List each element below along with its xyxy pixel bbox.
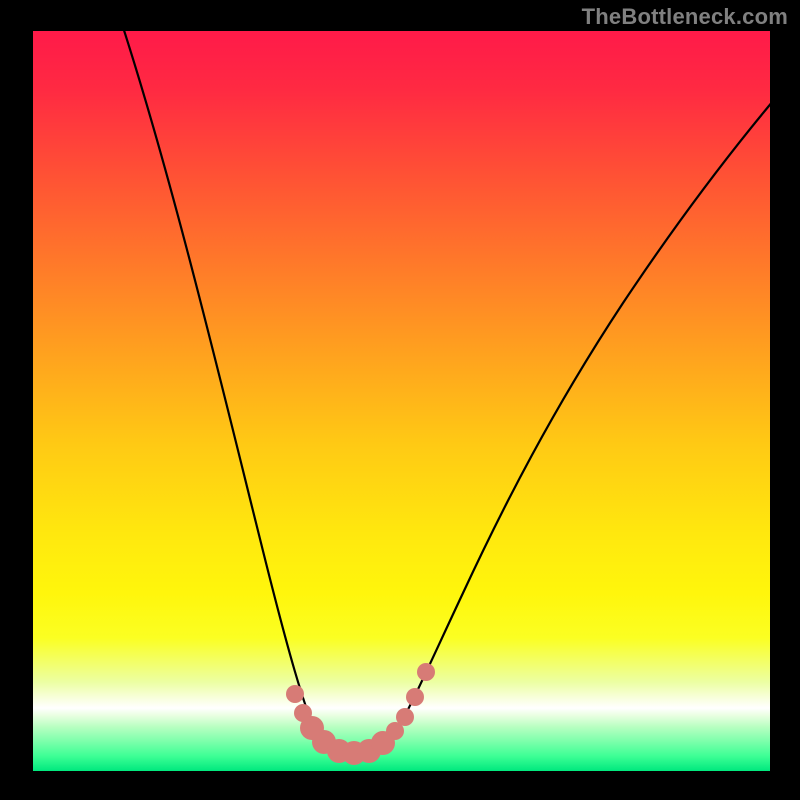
chart-stage: TheBottleneck.com	[0, 0, 800, 800]
curve-marker	[406, 688, 424, 706]
watermark-text: TheBottleneck.com	[582, 4, 788, 30]
plot-area	[33, 31, 770, 771]
marker-group	[286, 663, 435, 765]
curve-marker	[286, 685, 304, 703]
curve-markers	[33, 31, 770, 771]
curve-marker	[396, 708, 414, 726]
curve-marker	[417, 663, 435, 681]
